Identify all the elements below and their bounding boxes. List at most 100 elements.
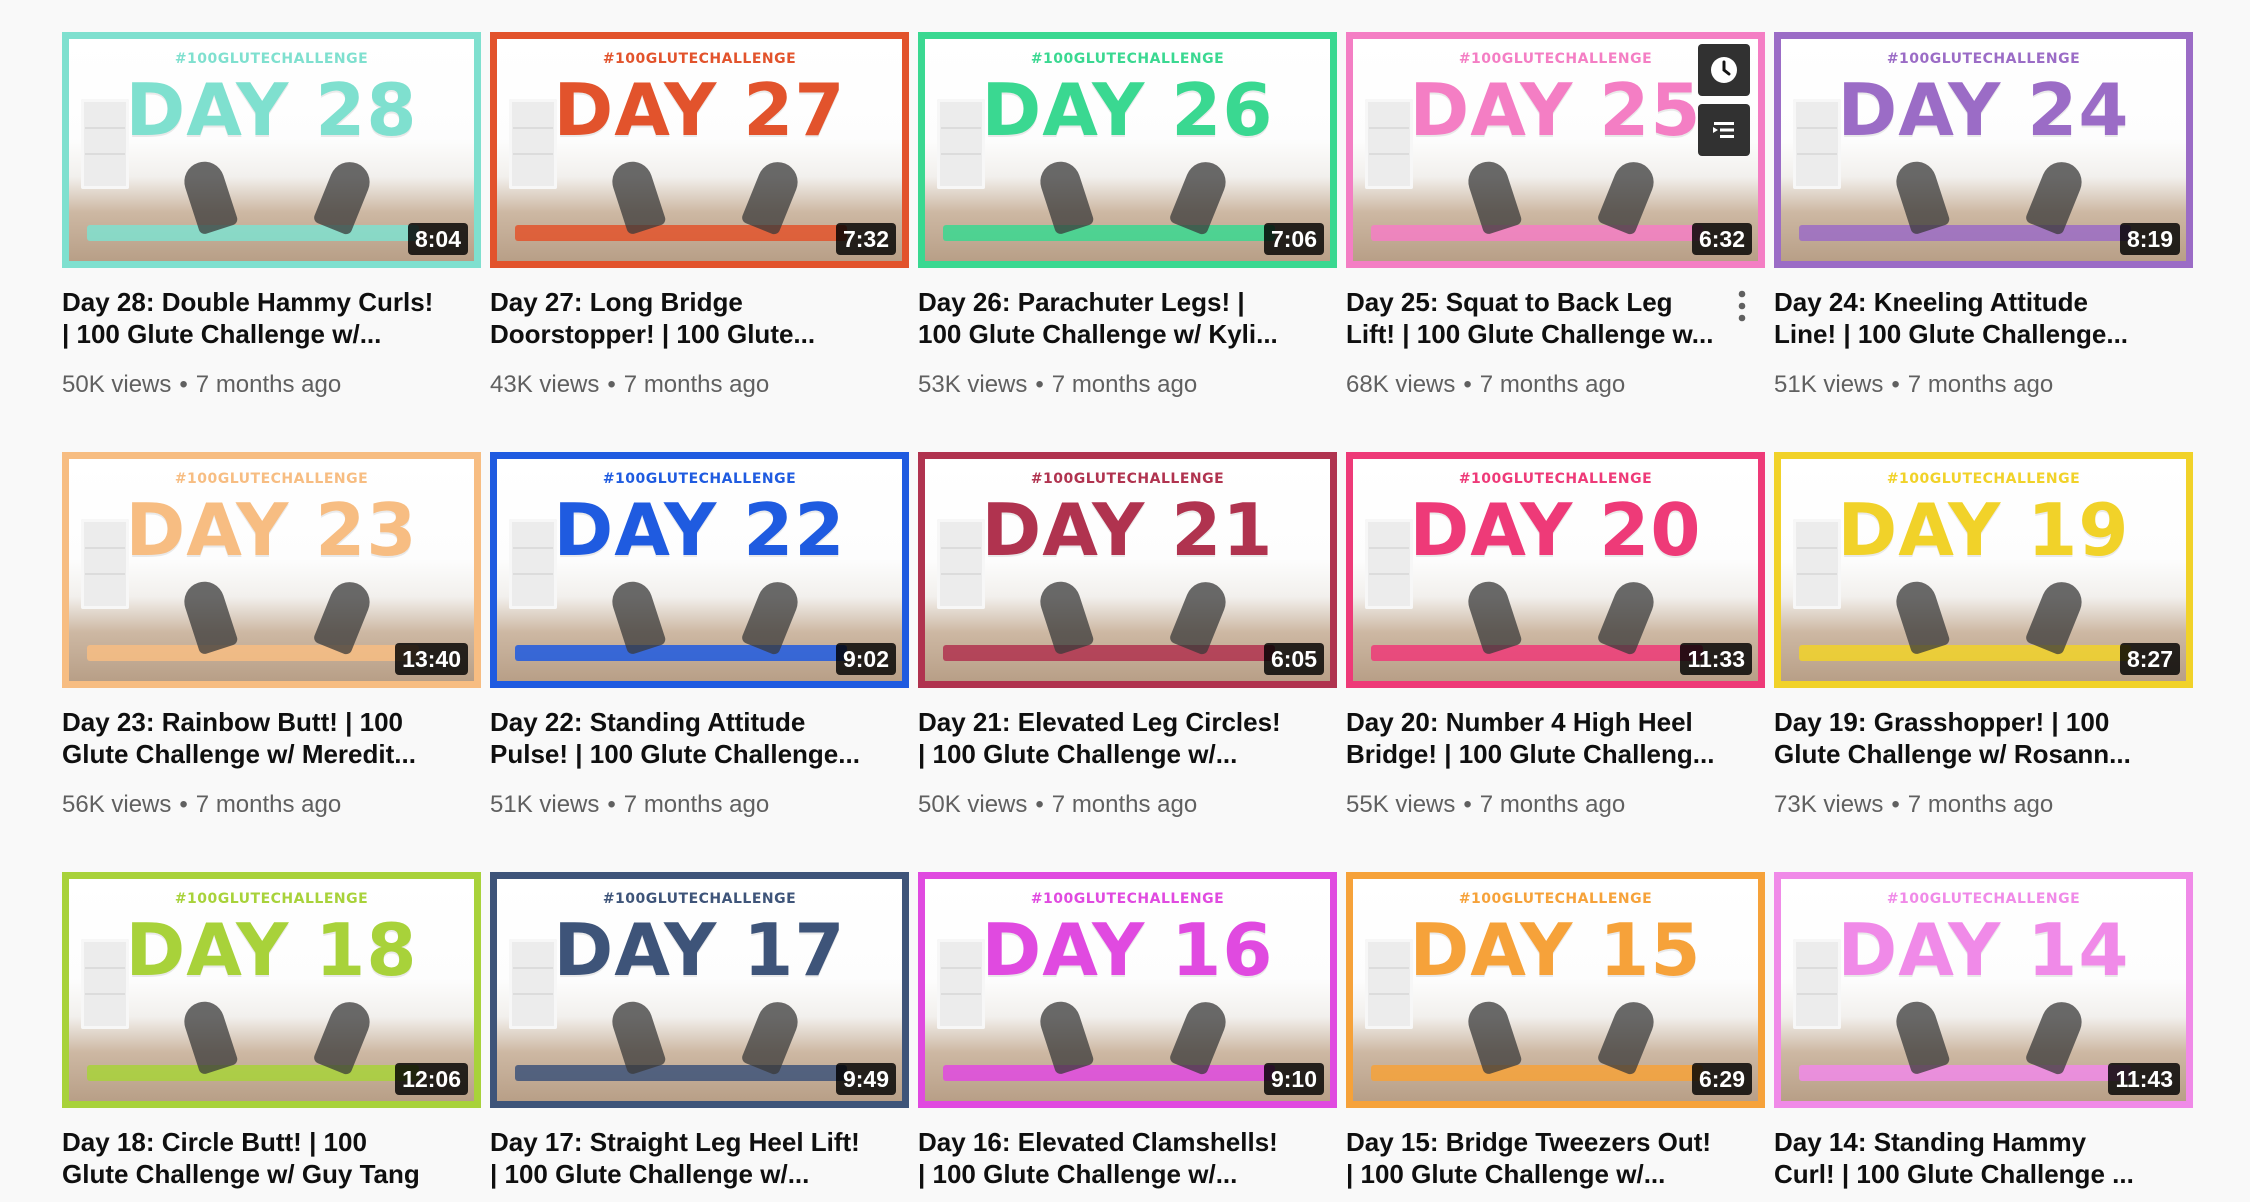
- person-figure: [1596, 576, 1659, 656]
- person-figure: [607, 157, 667, 236]
- challenge-hashtag: #100GLUTECHALLENGE: [1353, 471, 1758, 487]
- person-figure: [1035, 997, 1095, 1076]
- video-title-line: Day 26: Parachuter Legs! |: [918, 286, 1318, 318]
- person-figure: [1035, 157, 1095, 236]
- person-figure: [312, 996, 375, 1076]
- person-figure: [179, 577, 239, 656]
- video-thumbnail[interactable]: #100GLUTECHALLENGEDAY 179:49: [490, 872, 909, 1108]
- video-card[interactable]: #100GLUTECHALLENGEDAY 267:06 Day 26: Para…: [918, 32, 1337, 400]
- add-to-queue-button[interactable]: [1698, 104, 1750, 156]
- queue-icon: [1708, 114, 1740, 146]
- meta-separator: •: [1035, 371, 1043, 398]
- video-title[interactable]: Day 20: Number 4 High HeelBridge! | 100 …: [1346, 706, 1746, 770]
- video-thumbnail[interactable]: #100GLUTECHALLENGEDAY 277:32: [490, 32, 909, 268]
- video-card[interactable]: #100GLUTECHALLENGEDAY 256:32 Day 25: Squa…: [1346, 32, 1765, 400]
- video-thumbnail[interactable]: #100GLUTECHALLENGEDAY 2313:40: [62, 452, 481, 688]
- video-title-line: | 100 Glute Challenge w/...: [1346, 1158, 1746, 1190]
- person-figure: [1168, 156, 1231, 236]
- video-title[interactable]: Day 19: Grasshopper! | 100Glute Challeng…: [1774, 706, 2174, 770]
- video-title-line: Day 15: Bridge Tweezers Out!: [1346, 1126, 1746, 1158]
- video-metadata: 43K views•7 months ago: [490, 370, 909, 400]
- challenge-hashtag: #100GLUTECHALLENGE: [69, 891, 474, 907]
- challenge-hashtag: #100GLUTECHALLENGE: [69, 471, 474, 487]
- video-title-line: | 100 Glute Challenge w/...: [62, 318, 462, 350]
- video-card[interactable]: #100GLUTECHALLENGEDAY 169:10 Day 16: Elev…: [918, 872, 1337, 1190]
- video-card[interactable]: #100GLUTECHALLENGEDAY 1411:43 Day 14: Sta…: [1774, 872, 2193, 1190]
- meta-separator: •: [1035, 791, 1043, 818]
- view-count: 50K views: [918, 791, 1027, 818]
- video-title[interactable]: Day 21: Elevated Leg Circles!| 100 Glute…: [918, 706, 1318, 770]
- more-actions-icon[interactable]: [1732, 288, 1752, 324]
- duration-badge: 8:19: [2120, 223, 2180, 255]
- day-number: DAY 23: [69, 489, 474, 571]
- video-thumbnail[interactable]: #100GLUTECHALLENGEDAY 229:02: [490, 452, 909, 688]
- video-grid: #100GLUTECHALLENGEDAY 288:04 Day 28: Doub…: [62, 32, 2195, 1202]
- video-card[interactable]: #100GLUTECHALLENGEDAY 216:05Day 21: Elev…: [918, 452, 1337, 820]
- video-title[interactable]: Day 25: Squat to Back LegLift! | 100 Glu…: [1346, 286, 1746, 350]
- video-thumbnail[interactable]: #100GLUTECHALLENGEDAY 1411:43: [1774, 872, 2193, 1108]
- challenge-hashtag: #100GLUTECHALLENGE: [925, 471, 1330, 487]
- person-figure: [1168, 996, 1231, 1076]
- video-title[interactable]: Day 18: Circle Butt! | 100Glute Challeng…: [62, 1126, 462, 1190]
- video-card[interactable]: #100GLUTECHALLENGEDAY 288:04 Day 28: Doub…: [62, 32, 481, 400]
- video-card[interactable]: #100GLUTECHALLENGEDAY 2313:40Day 23: Rai…: [62, 452, 481, 820]
- yoga-mat: [515, 645, 847, 661]
- video-card[interactable]: #100GLUTECHALLENGEDAY 198:27 Day 19: Gras…: [1774, 452, 2193, 820]
- duration-badge: 6:32: [1692, 223, 1752, 255]
- view-count: 53K views: [918, 371, 1027, 398]
- yoga-mat: [515, 1065, 847, 1081]
- video-title-line: Day 18: Circle Butt! | 100: [62, 1126, 462, 1158]
- day-number: DAY 16: [925, 909, 1330, 991]
- view-count: 51K views: [1774, 371, 1883, 398]
- video-title-line: Bridge! | 100 Glute Challeng...: [1346, 738, 1746, 770]
- video-title-line: Glute Challenge w/ Rosann...: [1774, 738, 2174, 770]
- video-thumbnail[interactable]: #100GLUTECHALLENGEDAY 256:32: [1346, 32, 1765, 268]
- video-thumbnail[interactable]: #100GLUTECHALLENGEDAY 288:04: [62, 32, 481, 268]
- upload-age: 7 months ago: [624, 371, 769, 398]
- person-figure: [1168, 576, 1231, 656]
- upload-age: 7 months ago: [1480, 791, 1625, 818]
- challenge-hashtag: #100GLUTECHALLENGE: [925, 51, 1330, 67]
- video-card[interactable]: #100GLUTECHALLENGEDAY 1812:06 Day 18: Cir…: [62, 872, 481, 1190]
- video-metadata: 51K views•7 months ago: [490, 790, 909, 820]
- video-title[interactable]: Day 14: Standing HammyCurl! | 100 Glute …: [1774, 1126, 2174, 1190]
- day-number: DAY 14: [1781, 909, 2186, 991]
- video-card[interactable]: #100GLUTECHALLENGEDAY 248:19 Day 24: Knee…: [1774, 32, 2193, 400]
- meta-separator: •: [1891, 371, 1899, 398]
- video-card[interactable]: #100GLUTECHALLENGEDAY 156:29 Day 15: Brid…: [1346, 872, 1765, 1190]
- video-card[interactable]: #100GLUTECHALLENGEDAY 2011:33 Day 20: Num…: [1346, 452, 1765, 820]
- video-title[interactable]: Day 26: Parachuter Legs! |100 Glute Chal…: [918, 286, 1318, 350]
- video-thumbnail[interactable]: #100GLUTECHALLENGEDAY 248:19: [1774, 32, 2193, 268]
- video-title-line: Day 23: Rainbow Butt! | 100: [62, 706, 462, 738]
- video-thumbnail[interactable]: #100GLUTECHALLENGEDAY 216:05: [918, 452, 1337, 688]
- person-figure: [2024, 996, 2087, 1076]
- view-count: 51K views: [490, 791, 599, 818]
- video-title-line: Day 14: Standing Hammy: [1774, 1126, 2174, 1158]
- day-number: DAY 21: [925, 489, 1330, 571]
- video-metadata: 53K views•7 months ago: [918, 370, 1337, 400]
- duration-badge: 9:49: [836, 1063, 896, 1095]
- video-title[interactable]: Day 17: Straight Leg Heel Lift!| 100 Glu…: [490, 1126, 890, 1190]
- video-thumbnail[interactable]: #100GLUTECHALLENGEDAY 198:27: [1774, 452, 2193, 688]
- yoga-mat: [943, 225, 1275, 241]
- video-title[interactable]: Day 22: Standing AttitudePulse! | 100 Gl…: [490, 706, 890, 770]
- watch-later-button[interactable]: [1698, 44, 1750, 96]
- video-thumbnail[interactable]: #100GLUTECHALLENGEDAY 156:29: [1346, 872, 1765, 1108]
- video-title[interactable]: Day 16: Elevated Clamshells!| 100 Glute …: [918, 1126, 1318, 1190]
- video-title[interactable]: Day 28: Double Hammy Curls!| 100 Glute C…: [62, 286, 462, 350]
- upload-age: 7 months ago: [624, 791, 769, 818]
- video-thumbnail[interactable]: #100GLUTECHALLENGEDAY 1812:06: [62, 872, 481, 1108]
- video-card[interactable]: #100GLUTECHALLENGEDAY 229:02 Day 22: Stan…: [490, 452, 909, 820]
- upload-age: 7 months ago: [1908, 371, 2053, 398]
- duration-badge: 6:29: [1692, 1063, 1752, 1095]
- video-thumbnail[interactable]: #100GLUTECHALLENGEDAY 169:10: [918, 872, 1337, 1108]
- video-title[interactable]: Day 27: Long BridgeDoorstopper! | 100 Gl…: [490, 286, 890, 350]
- video-card[interactable]: #100GLUTECHALLENGEDAY 179:49 Day 17: Stra…: [490, 872, 909, 1190]
- video-title[interactable]: Day 24: Kneeling AttitudeLine! | 100 Glu…: [1774, 286, 2174, 350]
- video-title[interactable]: Day 23: Rainbow Butt! | 100Glute Challen…: [62, 706, 462, 770]
- video-thumbnail[interactable]: #100GLUTECHALLENGEDAY 267:06: [918, 32, 1337, 268]
- video-card[interactable]: #100GLUTECHALLENGEDAY 277:32 Day 27: Long…: [490, 32, 909, 400]
- video-thumbnail[interactable]: #100GLUTECHALLENGEDAY 2011:33: [1346, 452, 1765, 688]
- video-title[interactable]: Day 15: Bridge Tweezers Out!| 100 Glute …: [1346, 1126, 1746, 1190]
- yoga-mat: [1799, 225, 2131, 241]
